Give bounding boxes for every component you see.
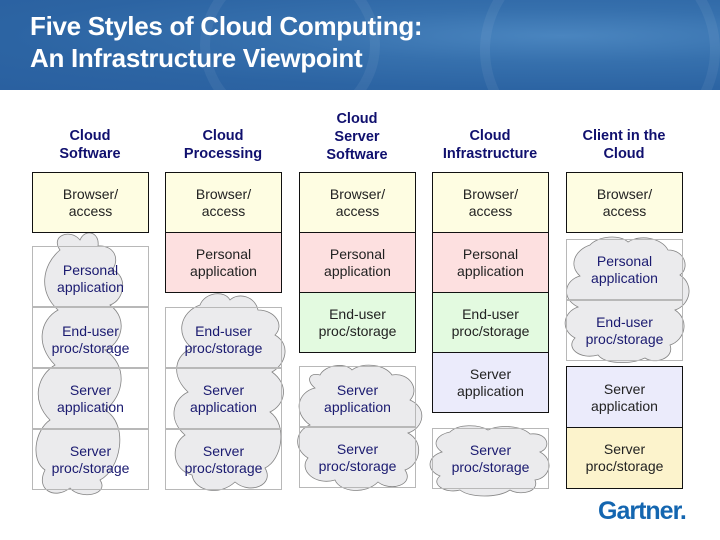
end-user-proc-storage-box: End-user proc/storage — [432, 292, 549, 353]
server-proc-storage-box-cloud: Server proc/storage — [432, 428, 549, 489]
browser-access-box: Browser/access — [32, 172, 149, 233]
personal-application-box: Personal application — [299, 232, 416, 293]
server-application-box: Server application — [566, 366, 683, 428]
server-proc-storage-box-cloud: Server proc/storage — [299, 427, 416, 488]
server-application-box-cloud: Server application — [165, 368, 282, 429]
server-proc-storage-box: Server proc/storage — [566, 427, 683, 489]
personal-application-box: Personal application — [165, 232, 282, 293]
browser-access-box: Browser/access — [432, 172, 549, 233]
browser-access-box: Browser/access — [299, 172, 416, 233]
end-user-proc-storage-box-cloud: End-user proc/storage — [566, 300, 683, 361]
server-application-box-cloud: Server application — [299, 366, 416, 427]
server-application-box: Server application — [432, 352, 549, 413]
end-user-proc-storage-box-cloud: End-user proc/storage — [165, 307, 282, 368]
personal-application-box: Personal application — [432, 232, 549, 293]
personal-application-box-cloud: Personal application — [32, 246, 149, 307]
browser-access-box: Browser/access — [566, 172, 683, 233]
server-application-box-cloud: Server application — [32, 368, 149, 429]
server-proc-storage-box-cloud: Server proc/storage — [32, 429, 149, 490]
end-user-proc-storage-box-cloud: End-user proc/storage — [32, 307, 149, 368]
browser-access-box: Browser/access — [165, 172, 282, 233]
server-proc-storage-box-cloud: Server proc/storage — [165, 429, 282, 490]
gartner-logo: Gartner. — [598, 497, 687, 525]
end-user-proc-storage-box: End-user proc/storage — [299, 292, 416, 353]
personal-application-box-cloud: Personal application — [566, 239, 683, 300]
